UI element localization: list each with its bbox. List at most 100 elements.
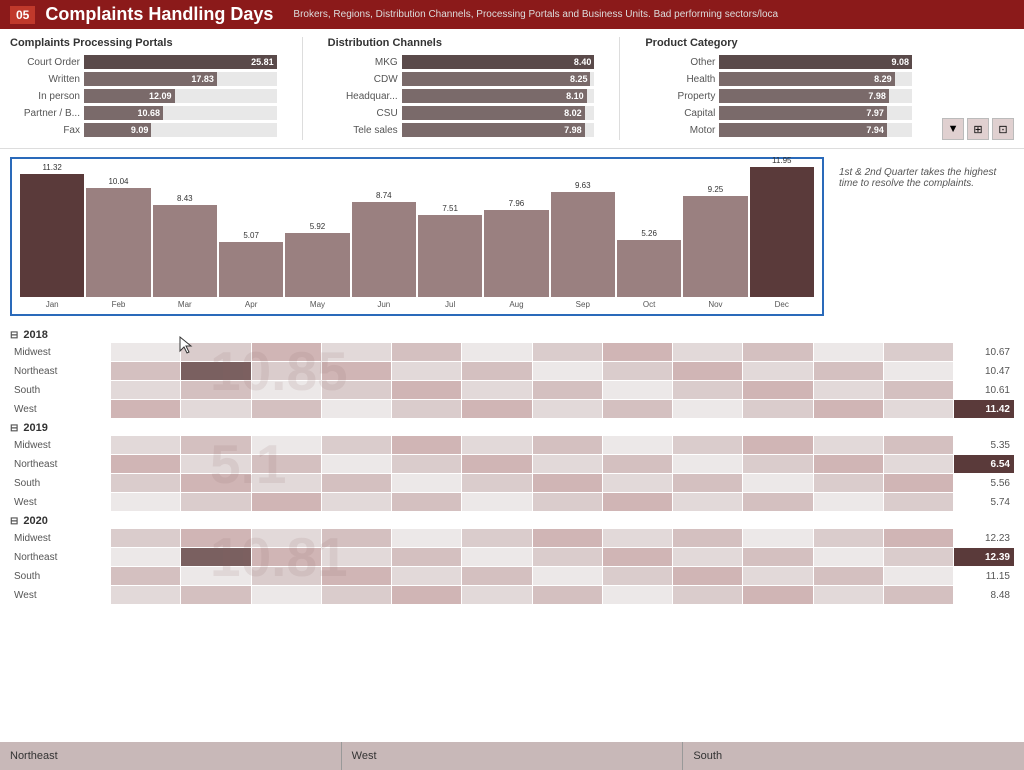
heatmap-cell <box>673 567 742 585</box>
heatmap-cell <box>533 381 602 399</box>
heatmap-cell <box>673 400 742 418</box>
heatmap-grid: Midwest5.35Northeast6.54South5.56West5.7… <box>10 436 1014 511</box>
tab-west[interactable]: West <box>342 742 684 770</box>
year-group: ⊟2020Midwest12.23Northeast12.39South11.1… <box>10 515 1014 604</box>
metric-label: CDW <box>328 74 398 85</box>
heatmap-cell <box>392 400 461 418</box>
metric-bar-row: Capital7.97 <box>645 106 912 120</box>
year-group: ⊟2018Midwest10.67Northeast10.47South10.6… <box>10 329 1014 418</box>
metric-bar-row: Partner / B...10.68 <box>10 106 277 120</box>
heatmap-cell <box>462 343 531 361</box>
heatmap-region-label: South <box>10 381 110 399</box>
metric-bar-row: CDW 8.25 <box>328 72 595 86</box>
heatmap-cell <box>462 381 531 399</box>
heatmap-cell <box>743 474 812 492</box>
heatmap-cell <box>462 529 531 547</box>
heatmap-row-value: 8.48 <box>954 586 1014 604</box>
heatmap-cell <box>603 548 672 566</box>
heatmap-cell <box>884 493 953 511</box>
grid-icon[interactable]: ⊞ <box>967 118 989 140</box>
heatmap-cell <box>322 548 391 566</box>
heatmap-cell <box>322 586 391 604</box>
heatmap-cell <box>181 529 250 547</box>
heatmap-row-value: 12.23 <box>954 529 1014 547</box>
heatmap-cell <box>252 567 321 585</box>
expand-icon[interactable]: ⊡ <box>992 118 1014 140</box>
metric-bar-fill: 8.02 <box>402 106 585 120</box>
heatmap-cell <box>603 567 672 585</box>
bar-column: 10.04Feb <box>86 177 150 309</box>
heatmap-cell <box>111 493 180 511</box>
divider-1 <box>302 37 303 140</box>
bar-month-label: Feb <box>112 300 126 309</box>
heatmap-cell <box>884 343 953 361</box>
metric-bar-fill: 7.97 <box>719 106 887 120</box>
heatmap-cell <box>884 548 953 566</box>
year-toggle-icon[interactable]: ⊟ <box>10 330 18 341</box>
heatmap-cell <box>814 381 883 399</box>
heatmap-cell <box>603 586 672 604</box>
heatmap-cell <box>814 343 883 361</box>
metric-bar-row: CSU8.02 <box>328 106 595 120</box>
bar-rect <box>683 196 747 297</box>
heatmap-cell <box>322 529 391 547</box>
heatmap-region-label: Midwest <box>10 343 110 361</box>
metric-bar-wrap: 8.25 <box>402 72 595 86</box>
year-label: 2020 <box>23 515 47 527</box>
heatmap-cell <box>462 567 531 585</box>
heatmap-cell <box>673 548 742 566</box>
heatmap-cell <box>111 529 180 547</box>
heatmap-cell <box>673 455 742 473</box>
heatmap-row-value: 5.35 <box>954 436 1014 454</box>
heatmap-cell <box>462 586 531 604</box>
heatmap-cell <box>111 436 180 454</box>
portals-bars: Court Order25.81Written17.83In person12.… <box>10 55 277 137</box>
heatmap-cell <box>322 493 391 511</box>
heatmap-cell <box>673 493 742 511</box>
metric-bar-fill: 25.81 <box>84 55 277 69</box>
product-category-title: Product Category <box>645 37 912 49</box>
metric-bar-row: Other9.08 <box>645 55 912 69</box>
heatmap-cell <box>252 548 321 566</box>
bar-month-label: Mar <box>178 300 192 309</box>
heatmap-cell <box>252 474 321 492</box>
page-badge: 05 <box>10 6 35 24</box>
tab-northeast[interactable]: Northeast <box>0 742 342 770</box>
year-header: ⊟2018 <box>10 329 1014 341</box>
bar-chart: 11.32Jan10.04Feb8.43Mar5.07Apr5.92May8.7… <box>20 169 814 309</box>
heatmap-cell <box>252 455 321 473</box>
heatmap-cell <box>884 529 953 547</box>
heatmap-region-label: South <box>10 474 110 492</box>
heatmap-cell <box>814 436 883 454</box>
heatmap-cell <box>322 567 391 585</box>
bar-column: 11.95Dec <box>750 156 814 309</box>
heatmap-cell <box>322 474 391 492</box>
bar-chart-container: 11.32Jan10.04Feb8.43Mar5.07Apr5.92May8.7… <box>10 157 824 316</box>
filter-icon[interactable]: ▼ <box>942 118 964 140</box>
heatmap-cell <box>743 548 812 566</box>
page-subtitle: Brokers, Regions, Distribution Channels,… <box>293 9 778 20</box>
heatmap-cell <box>181 400 250 418</box>
metric-label: Fax <box>10 125 80 136</box>
year-toggle-icon[interactable]: ⊟ <box>10 423 18 434</box>
year-toggle-icon[interactable]: ⊟ <box>10 516 18 527</box>
bar-value: 7.51 <box>442 204 458 213</box>
heatmap-cell <box>533 529 602 547</box>
heatmap-cell <box>181 567 250 585</box>
heatmap-cell <box>673 362 742 380</box>
metric-bar-fill: 9.09 <box>84 123 151 137</box>
heatmap-cell <box>814 567 883 585</box>
heatmap-row-value: 12.39 <box>954 548 1014 566</box>
distribution-channels-section: Distribution Channels MKG8.40CDW8.25Head… <box>328 37 595 140</box>
metric-bar-fill: 17.83 <box>84 72 217 86</box>
year-header: ⊟ 2020 <box>10 515 1014 527</box>
heatmap-cell <box>814 529 883 547</box>
tab-south[interactable]: South <box>683 742 1024 770</box>
metric-bar-fill: 7.98 <box>402 123 585 137</box>
heatmap-cell <box>462 455 531 473</box>
heatmap-cell <box>181 455 250 473</box>
heatmap-cell <box>181 493 250 511</box>
metric-bar-wrap: 7.94 <box>719 123 912 137</box>
metric-bar-row: Property7.98 <box>645 89 912 103</box>
bar-month-label: Aug <box>509 300 523 309</box>
